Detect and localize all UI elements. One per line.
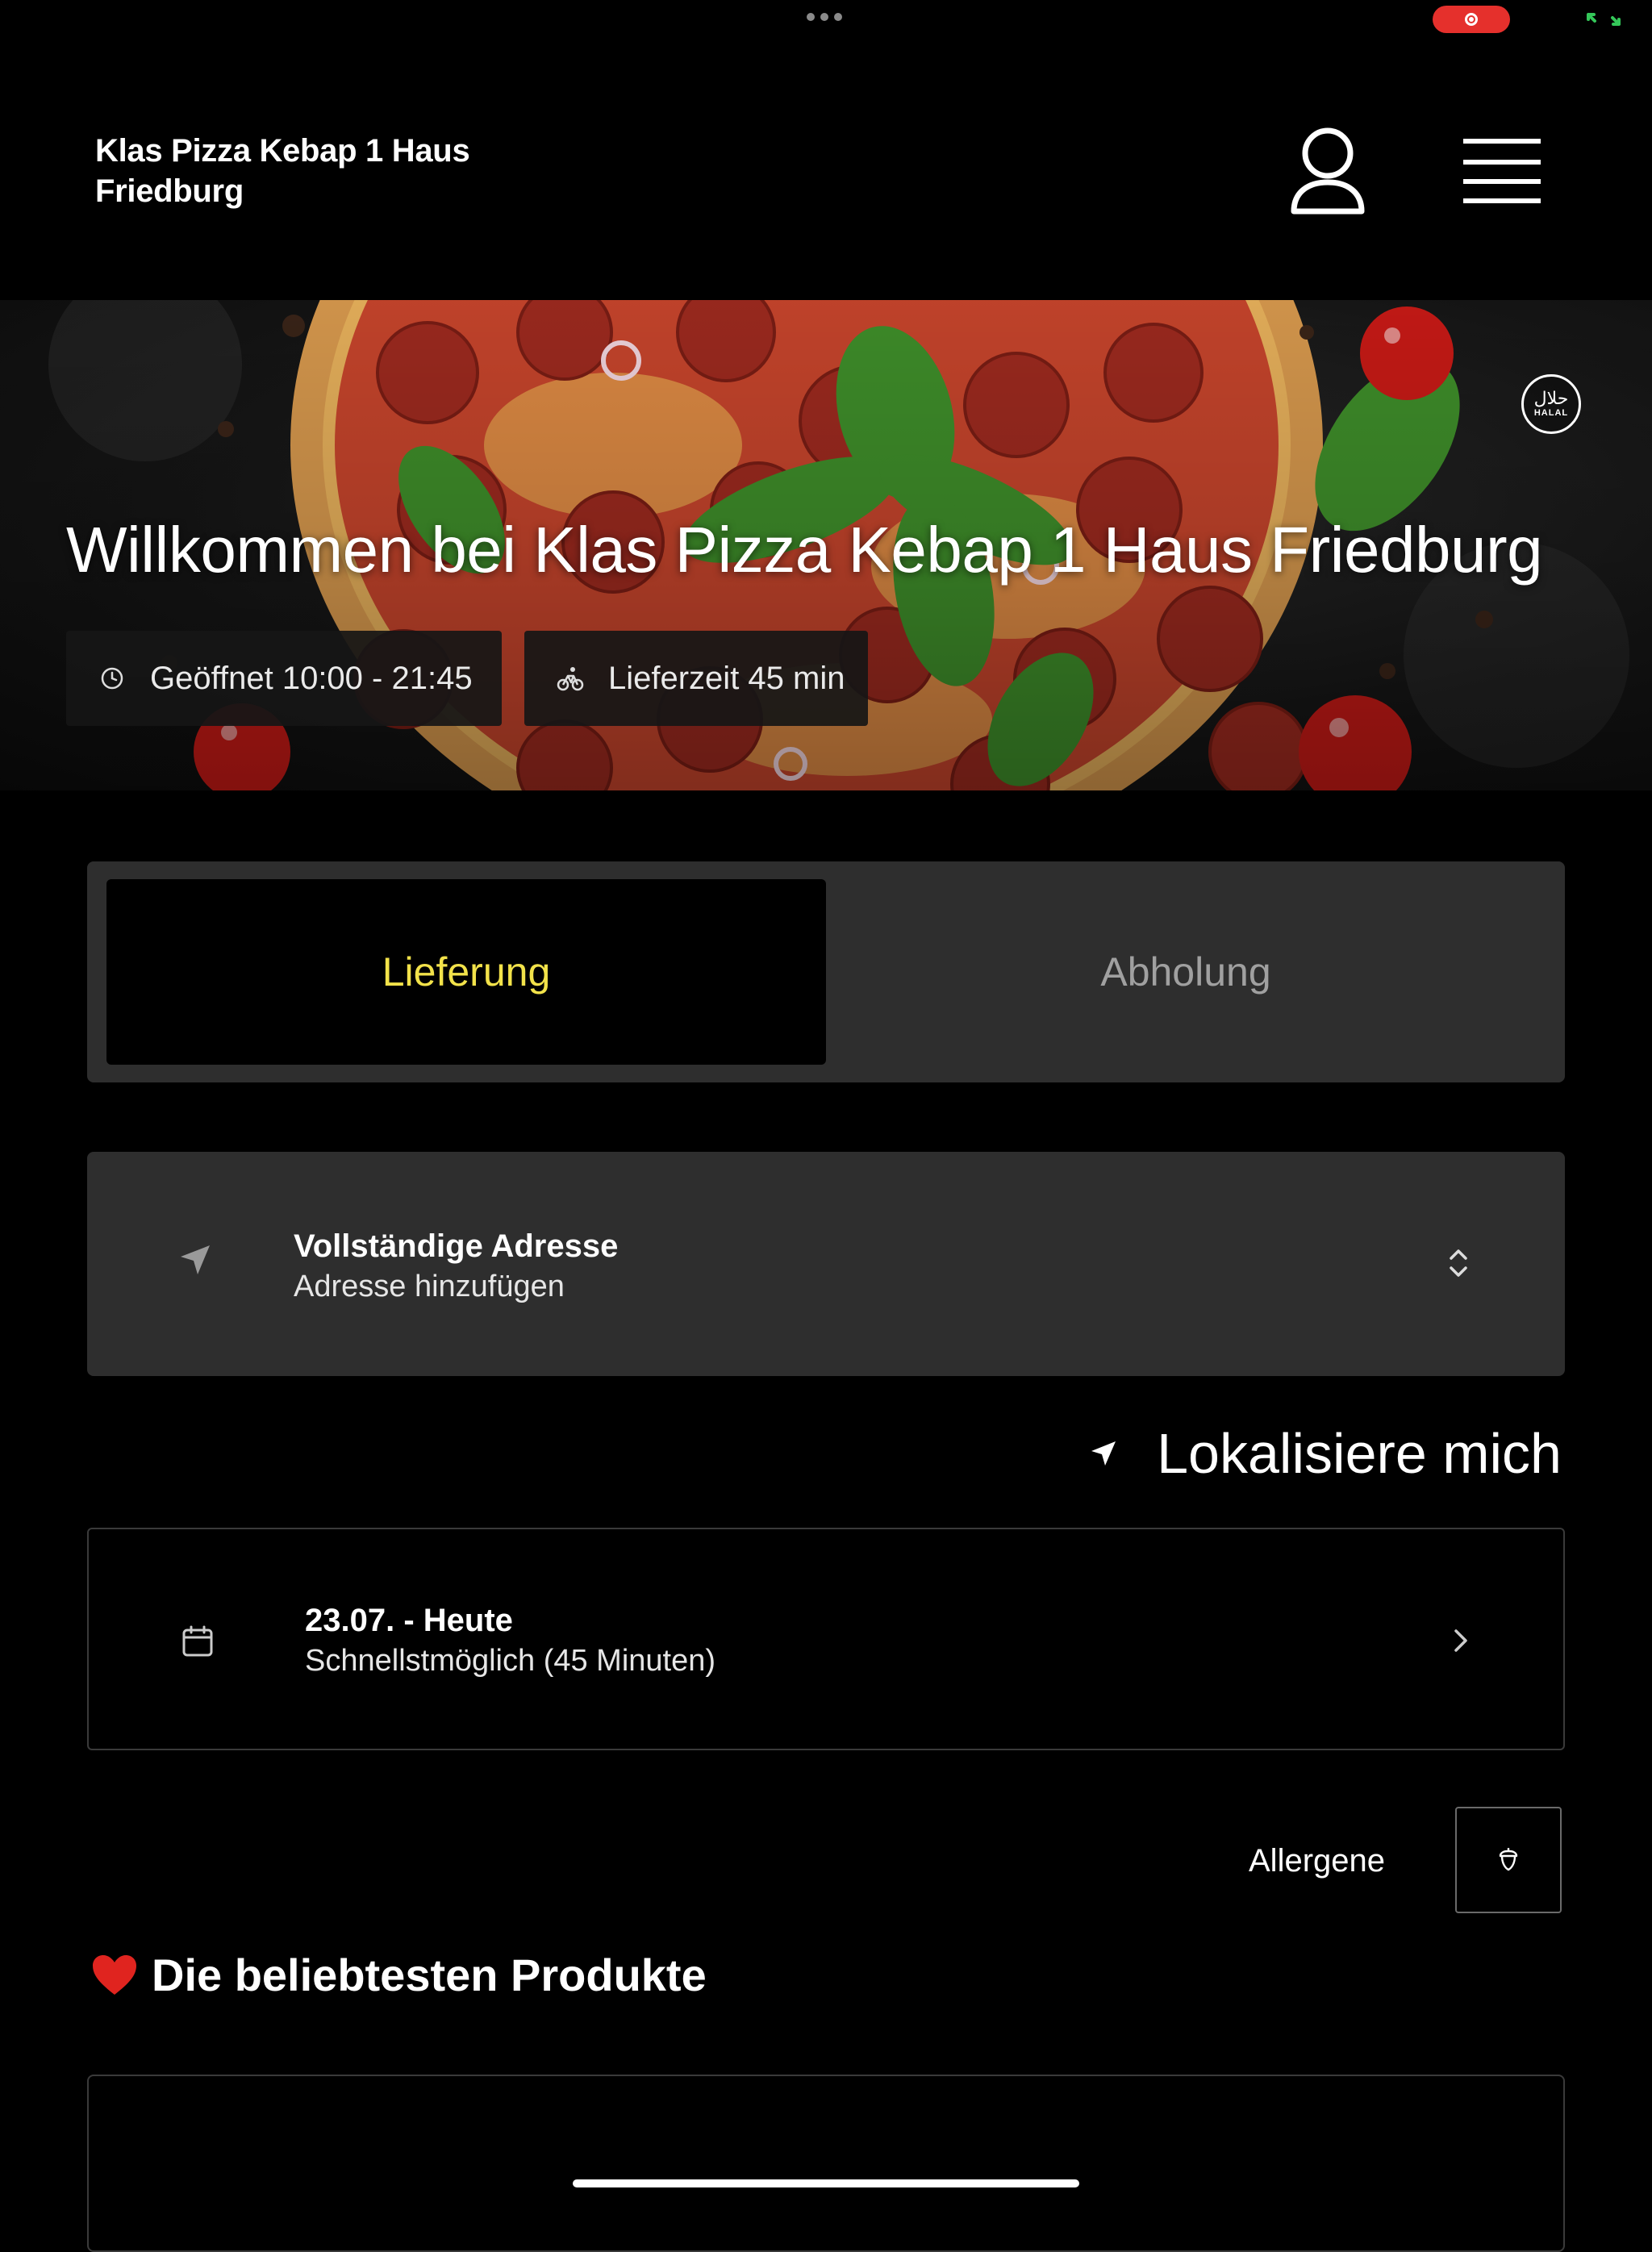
hamburger-menu-icon[interactable] <box>1462 136 1542 206</box>
location-arrow-icon <box>1089 1439 1118 1468</box>
restaurant-title: Klas Pizza Kebap 1 Haus Friedburg <box>95 133 470 209</box>
locate-me-link[interactable]: Lokalisiere mich <box>1089 1420 1562 1487</box>
address-title: Vollständige Adresse <box>294 1228 619 1264</box>
clock-icon <box>97 663 127 694</box>
popular-products-heading: Die beliebtesten Produkte <box>90 1947 707 2004</box>
opening-hours-text: Geöffnet 10:00 - 21:45 <box>150 660 473 696</box>
schedule-time: Schnellstmöglich (45 Minuten) <box>305 1644 716 1678</box>
location-arrow-icon <box>181 1245 210 1274</box>
allergens-button[interactable] <box>1455 1807 1562 1913</box>
chevron-right-icon <box>1454 1629 1467 1652</box>
delivery-time-selector[interactable]: 23.07. - Heute Schnellstmöglich (45 Minu… <box>87 1528 1565 1750</box>
heart-icon <box>90 1953 139 1998</box>
product-card[interactable] <box>87 2075 1565 2252</box>
delivery-time-chip: Lieferzeit 45 min <box>524 631 868 726</box>
tab-delivery[interactable]: Lieferung <box>106 879 826 1065</box>
allergens-label[interactable]: Allergene <box>1249 1841 1385 1881</box>
order-mode-toggle: Lieferung Abholung <box>87 861 1565 1082</box>
battery-icon <box>1587 13 1621 26</box>
address-selector[interactable]: Vollständige Adresse Adresse hinzufügen <box>87 1152 1565 1376</box>
address-placeholder: Adresse hinzufügen <box>294 1270 565 1303</box>
multitasking-dots-icon[interactable] <box>807 13 842 21</box>
calendar-icon <box>182 1625 213 1657</box>
opening-hours-chip: Geöffnet 10:00 - 21:45 <box>66 631 502 726</box>
halal-badge: حلال HALAL <box>1521 374 1581 434</box>
chevron-up-down-icon <box>1450 1249 1467 1277</box>
hero-banner: حلال HALAL Willkommen bei Klas Pizza Keb… <box>0 300 1652 790</box>
home-indicator[interactable] <box>573 2179 1079 2187</box>
user-icon[interactable] <box>1289 126 1366 216</box>
delivery-time-text: Lieferzeit 45 min <box>608 660 845 696</box>
bicycle-icon <box>555 663 586 694</box>
halal-arabic-text: حلال <box>1533 389 1569 409</box>
screen-recording-indicator <box>1433 6 1510 33</box>
halal-latin-text: HALAL <box>1533 408 1569 418</box>
acorn-icon <box>1499 1848 1518 1871</box>
schedule-date: 23.07. - Heute <box>305 1603 513 1638</box>
tab-pickup[interactable]: Abholung <box>826 879 1546 1065</box>
popular-products-title: Die beliebtesten Produkte <box>152 1950 707 2000</box>
locate-me-label: Lokalisiere mich <box>1157 1422 1562 1485</box>
welcome-headline: Willkommen bei Klas Pizza Kebap 1 Haus F… <box>66 514 1543 586</box>
